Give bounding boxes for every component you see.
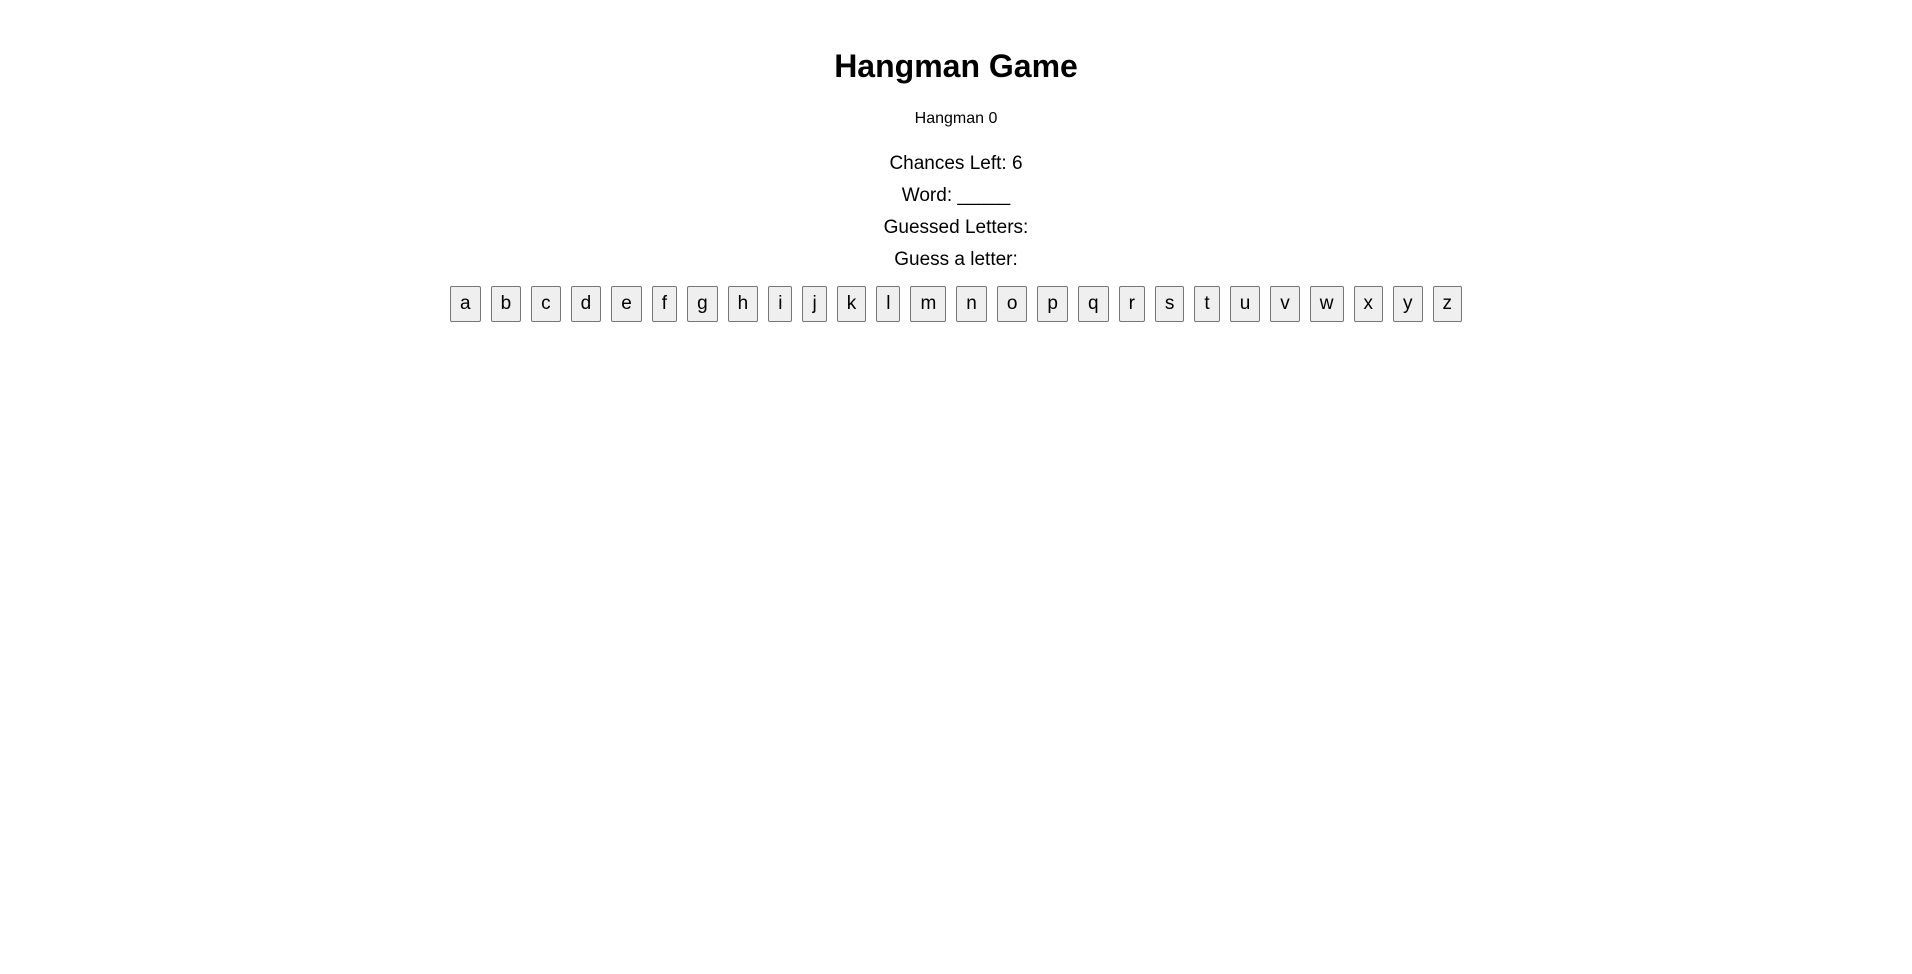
letter-button-h[interactable]: h (727, 286, 759, 322)
letter-button-f[interactable]: f (651, 286, 678, 322)
chances-left: Chances Left: 6 (0, 148, 1912, 180)
letter-button-e[interactable]: e (611, 286, 642, 322)
page-title: Hangman Game (834, 48, 1078, 84)
letter-button-z[interactable]: z (1432, 286, 1462, 322)
guessed-letters: Guessed Letters: (0, 212, 1912, 244)
hangman-image: Hangman 0 (0, 108, 1912, 130)
guess-prompt: Guess a letter: (894, 249, 1018, 270)
letter-button-q[interactable]: q (1078, 286, 1109, 322)
letter-button-n[interactable]: n (956, 286, 987, 322)
letter-button-y[interactable]: y (1393, 286, 1423, 322)
letter-button-c[interactable]: c (531, 286, 561, 322)
letter-keyboard: abcdefghijklmnopqrstuvwxyz (0, 286, 1912, 322)
letter-button-j[interactable]: j (802, 286, 827, 322)
letter-button-v[interactable]: v (1270, 286, 1300, 322)
letter-button-s[interactable]: s (1154, 286, 1185, 322)
letter-button-w[interactable]: w (1309, 286, 1344, 322)
letter-button-g[interactable]: g (687, 286, 718, 322)
word-display: Word: _____ (0, 180, 1912, 212)
hangman-game: Hangman Game Hangman 0 Chances Left: 6 W… (0, 0, 1912, 322)
letter-button-k[interactable]: k (836, 286, 867, 322)
chances-label: Chances Left: (889, 153, 1007, 174)
letter-button-r[interactable]: r (1118, 286, 1145, 322)
letter-button-u[interactable]: u (1229, 286, 1261, 322)
letter-button-d[interactable]: d (570, 286, 602, 322)
chances-value: 6 (1011, 153, 1023, 174)
letter-button-o[interactable]: o (996, 286, 1028, 322)
guessed-label: Guessed Letters: (883, 217, 1029, 238)
word-label: Word: (901, 185, 953, 206)
letter-button-x[interactable]: x (1353, 286, 1383, 322)
letter-button-t[interactable]: t (1194, 286, 1220, 322)
letter-button-b[interactable]: b (490, 286, 522, 322)
letter-button-p[interactable]: p (1037, 286, 1068, 322)
letter-button-a[interactable]: a (449, 286, 481, 322)
word-value: _____ (957, 185, 1011, 206)
letter-button-m[interactable]: m (910, 286, 947, 322)
letter-button-i[interactable]: i (768, 286, 793, 322)
hangman-image-alt-text: Hangman 0 (914, 110, 998, 127)
letter-button-l[interactable]: l (876, 286, 901, 322)
